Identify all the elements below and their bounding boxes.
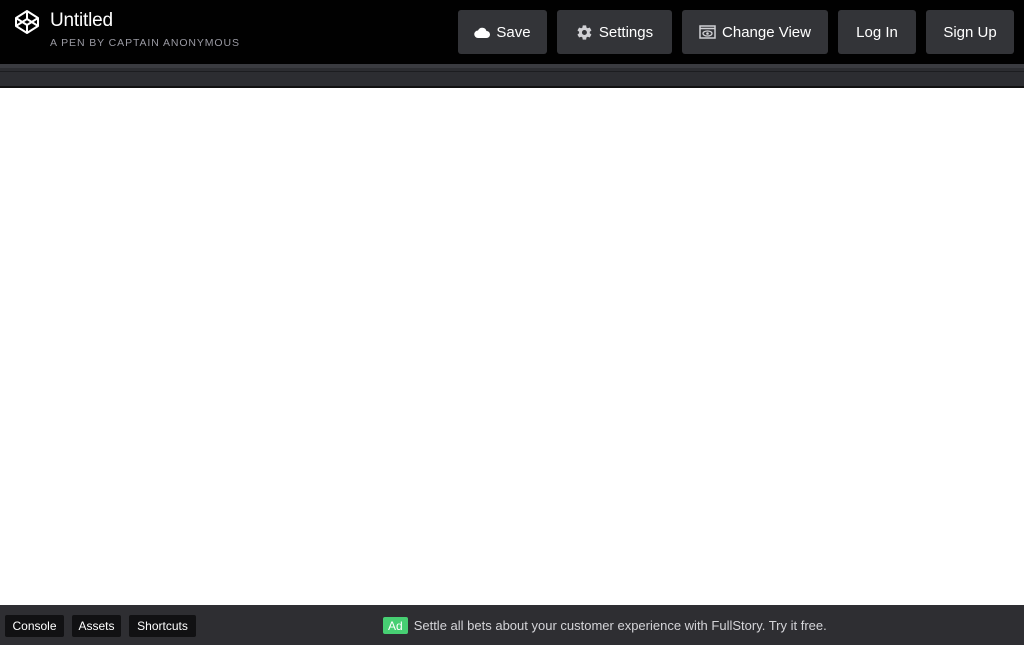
pen-title-block: Untitled A PEN BY CAPTAIN ANONYMOUS [50,9,240,49]
bottom-footer: Console Assets Shortcuts Ad Settle all b… [0,605,1024,645]
console-button[interactable]: Console [5,615,64,637]
save-button[interactable]: Save [458,10,547,54]
footer-ad[interactable]: Ad Settle all bets about your customer e… [383,617,827,634]
assets-button[interactable]: Assets [72,615,121,637]
gear-icon [577,24,592,40]
shortcuts-button[interactable]: Shortcuts [129,615,196,637]
top-header: Untitled A PEN BY CAPTAIN ANONYMOUS Save… [0,0,1024,64]
sign-up-button-label: Sign Up [943,23,997,41]
eye-window-icon [699,25,716,39]
change-view-button-label: Change View [722,23,811,41]
log-in-button[interactable]: Log In [838,10,916,54]
ad-badge: Ad [383,617,408,634]
sign-up-button[interactable]: Sign Up [926,10,1014,54]
pen-title[interactable]: Untitled [50,9,240,32]
settings-button-label: Settings [598,23,654,41]
cloud-icon [474,27,491,38]
log-in-button-label: Log In [856,23,898,41]
editor-resizer-bar[interactable] [0,64,1024,88]
result-preview-pane[interactable] [0,88,1024,605]
settings-button[interactable]: Settings [557,10,672,54]
save-button-label: Save [496,23,531,41]
ad-text[interactable]: Settle all bets about your customer expe… [414,618,827,633]
pen-author: A PEN BY CAPTAIN ANONYMOUS [50,37,240,49]
change-view-button[interactable]: Change View [682,10,828,54]
codepen-logo-icon[interactable] [14,9,40,35]
